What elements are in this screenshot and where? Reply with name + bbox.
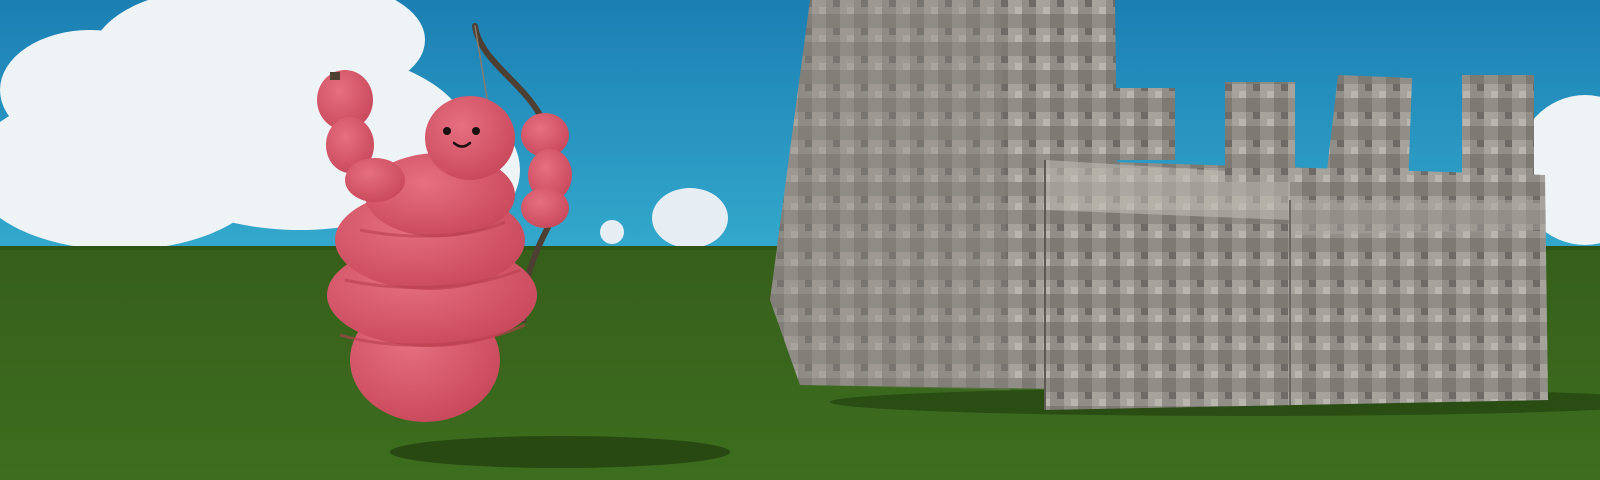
character-shadow (390, 436, 730, 468)
character-eye-right (472, 127, 480, 135)
merlon (1325, 75, 1412, 190)
game-scene (0, 0, 1600, 480)
merlon (1462, 75, 1534, 193)
merlon (1113, 88, 1175, 160)
character-eye-left (443, 127, 451, 135)
game-viewport[interactable] (0, 0, 1600, 480)
merlon (1225, 82, 1295, 182)
character-head (425, 96, 515, 180)
